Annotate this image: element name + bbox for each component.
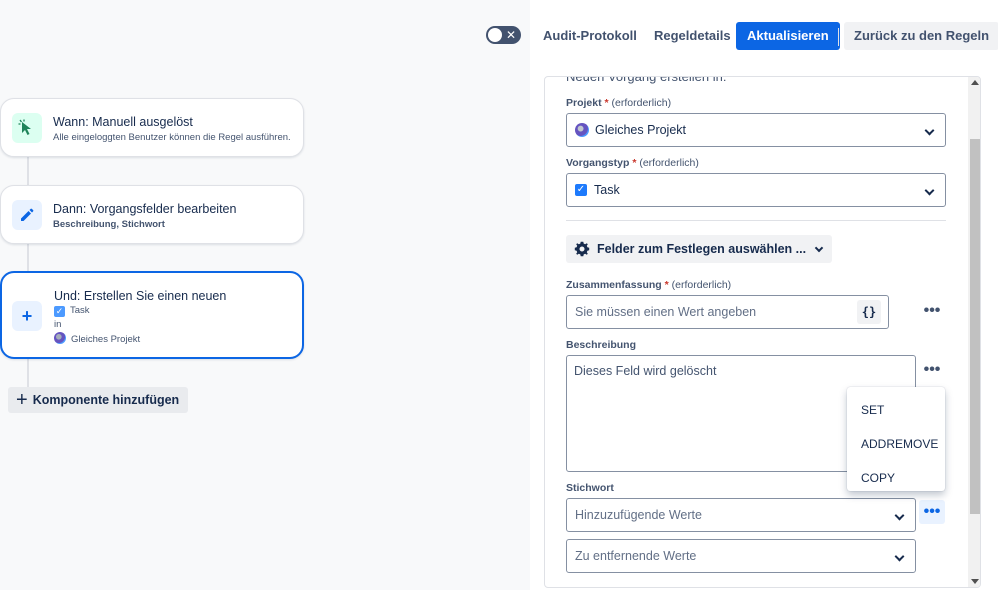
description-more-options-button[interactable]: ••• <box>919 358 945 382</box>
chevron-down-icon <box>924 125 935 136</box>
chevron-down-icon <box>894 510 905 521</box>
panel-content[interactable]: Neuen Vorgang erstellen in: Projekt * (e… <box>545 76 967 587</box>
action-card-create-issue[interactable]: + Und: Erstellen Sie einen neuen ✓ Task i… <box>0 271 304 359</box>
choose-fields-button[interactable]: Felder zum Festlegen auswählen ... <box>566 235 833 263</box>
menu-item-addremove[interactable]: ADDREMOVE <box>847 427 945 461</box>
scroll-thumb[interactable] <box>970 139 980 514</box>
summary-label: Zusammenfassung * (erforderlich) <box>566 279 732 291</box>
action2-title: Und: Erstellen Sie einen neuen <box>54 289 227 303</box>
project-label: Projekt * (erforderlich) <box>566 97 672 109</box>
panel-scrollbar[interactable] <box>968 77 980 587</box>
flow-connector <box>27 156 29 186</box>
add-component-button[interactable]: + Komponente hinzufügen <box>8 387 189 413</box>
top-toolbar: ✕ Audit-Protokoll Regeldetails Aktualisi… <box>480 20 998 50</box>
action1-subtitle: Beschreibung, Stichwort <box>53 219 165 230</box>
toolbar-divider <box>838 28 839 46</box>
project-avatar-icon <box>54 332 66 344</box>
audit-log-button[interactable]: Audit-Protokoll <box>535 22 645 50</box>
checkbox-task-icon: ✓ <box>54 306 65 317</box>
trigger-title: Wann: Manuell ausgelöst <box>53 115 193 129</box>
rule-details-button[interactable]: Regeldetails <box>646 22 739 50</box>
issue-type-select[interactable]: ✓ Task <box>566 173 946 207</box>
summary-input[interactable]: Sie müssen einen Wert angeben {} <box>566 295 889 329</box>
pencil-icon <box>12 200 42 230</box>
action2-issue-type: ✓ Task <box>54 305 90 317</box>
action2-in-label: in <box>54 319 62 330</box>
trigger-subtitle: Alle eingeloggten Benutzer können die Re… <box>53 132 291 143</box>
back-to-rules-button[interactable]: Zurück zu den Regeln <box>844 22 998 50</box>
section-title: Neuen Vorgang erstellen in: <box>566 76 727 84</box>
flow-connector <box>27 243 29 273</box>
trigger-card[interactable]: Wann: Manuell ausgelöst Alle eingeloggte… <box>0 98 304 157</box>
close-icon: ✕ <box>505 28 516 42</box>
issue-type-label: Vorgangstyp * (erforderlich) <box>566 157 699 169</box>
labels-more-options-button[interactable]: ••• <box>919 500 945 524</box>
labels-remove-select[interactable]: Zu entfernende Werte <box>566 539 916 573</box>
menu-item-set[interactable]: SET <box>847 393 945 427</box>
checkbox-task-icon: ✓ <box>575 184 587 196</box>
rule-enabled-toggle[interactable]: ✕ <box>486 26 521 44</box>
chevron-down-icon <box>924 185 935 196</box>
scroll-up-arrow-icon[interactable] <box>971 80 979 85</box>
action1-title: Dann: Vorgangsfelder bearbeiten <box>53 202 237 216</box>
project-select[interactable]: Gleiches Projekt <box>566 113 946 147</box>
description-label: Beschreibung <box>566 339 637 351</box>
component-config-panel: Neuen Vorgang erstellen in: Projekt * (e… <box>544 76 981 588</box>
chevron-down-icon <box>894 551 905 562</box>
flow-connector <box>27 357 29 387</box>
labels-label: Stichwort <box>566 482 614 494</box>
rule-canvas: Wann: Manuell ausgelöst Alle eingeloggte… <box>0 0 530 590</box>
plus-icon: + <box>12 301 42 331</box>
project-avatar-icon <box>575 123 589 137</box>
plus-icon: + <box>16 389 28 411</box>
action2-project: Gleiches Projekt <box>54 332 140 345</box>
cursor-click-icon <box>12 113 42 143</box>
divider <box>566 220 946 221</box>
chevron-down-icon <box>814 243 824 252</box>
menu-item-copy[interactable]: COPY <box>847 461 945 495</box>
update-button[interactable]: Aktualisieren <box>736 22 840 50</box>
field-operation-menu: SET ADDREMOVE COPY <box>847 387 945 491</box>
labels-add-select[interactable]: Hinzuzufügende Werte <box>566 498 916 532</box>
scroll-down-arrow-icon[interactable] <box>971 579 979 584</box>
smart-value-button[interactable]: {} <box>857 300 881 324</box>
toggle-knob <box>488 28 502 42</box>
action-card-edit-fields[interactable]: Dann: Vorgangsfelder bearbeiten Beschrei… <box>0 185 304 244</box>
gear-icon <box>574 241 590 257</box>
summary-more-options-button[interactable]: ••• <box>919 299 945 323</box>
